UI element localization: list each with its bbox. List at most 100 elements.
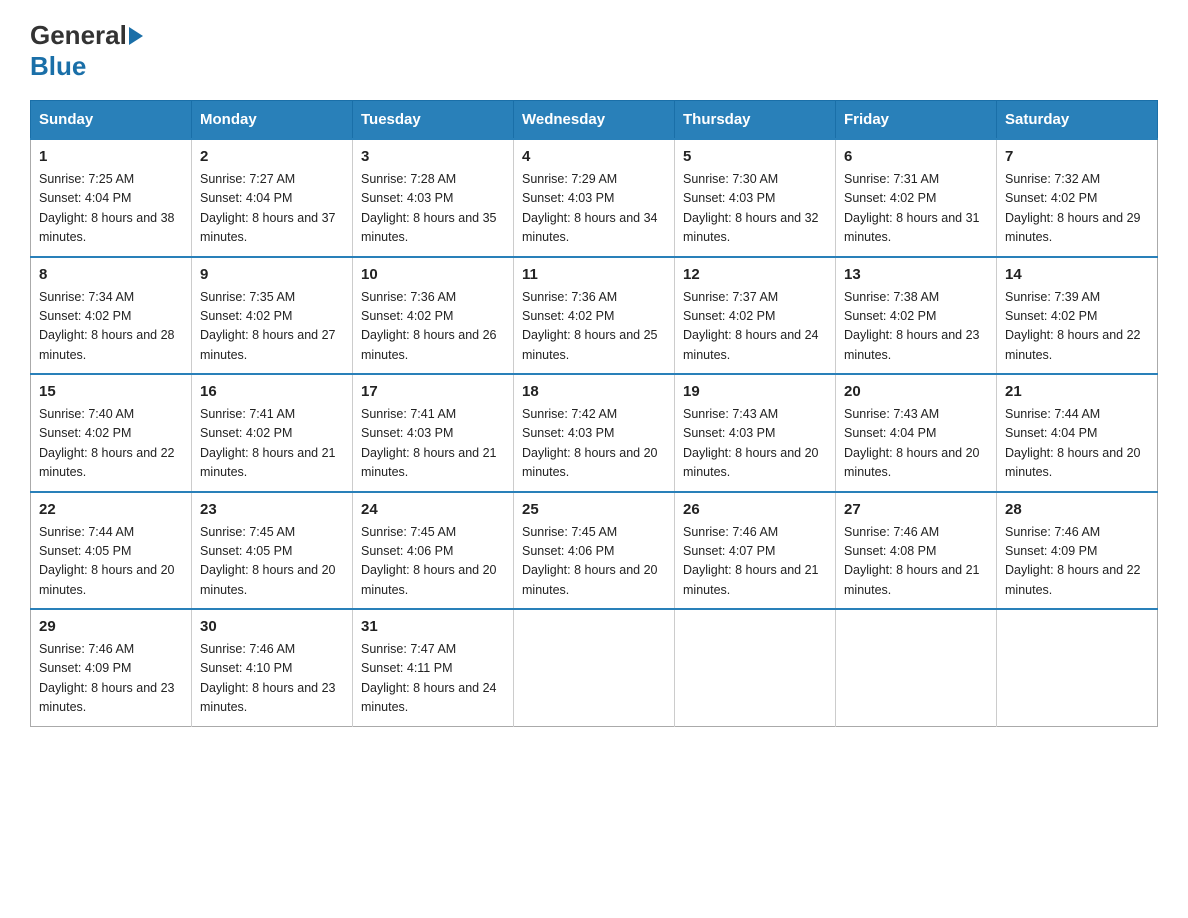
logo: General Blue (30, 20, 145, 82)
weekday-header-row: SundayMondayTuesdayWednesdayThursdayFrid… (31, 101, 1158, 140)
day-number: 22 (39, 501, 183, 518)
day-number: 14 (1005, 266, 1149, 283)
week-row-5: 29Sunrise: 7:46 AMSunset: 4:09 PMDayligh… (31, 609, 1158, 726)
day-info: Sunrise: 7:45 AMSunset: 4:06 PMDaylight:… (361, 523, 505, 601)
day-number: 2 (200, 148, 344, 165)
day-number: 27 (844, 501, 988, 518)
day-info: Sunrise: 7:36 AMSunset: 4:02 PMDaylight:… (522, 288, 666, 366)
week-row-2: 8Sunrise: 7:34 AMSunset: 4:02 PMDaylight… (31, 257, 1158, 375)
day-number: 26 (683, 501, 827, 518)
day-cell (836, 609, 997, 726)
weekday-header-monday: Monday (192, 101, 353, 140)
weekday-header-saturday: Saturday (997, 101, 1158, 140)
day-cell: 13 Sunrise: 7:38 AMSunset: 4:02 PMDayligh… (836, 257, 997, 375)
weekday-header-sunday: Sunday (31, 101, 192, 140)
day-number: 17 (361, 383, 505, 400)
day-info: Sunrise: 7:42 AMSunset: 4:03 PMDaylight:… (522, 405, 666, 483)
day-cell (675, 609, 836, 726)
day-cell: 18 Sunrise: 7:42 AMSunset: 4:03 PMDayligh… (514, 374, 675, 492)
day-number: 1 (39, 148, 183, 165)
day-info: Sunrise: 7:39 AMSunset: 4:02 PMDaylight:… (1005, 288, 1149, 366)
day-cell: 19 Sunrise: 7:43 AMSunset: 4:03 PMDayligh… (675, 374, 836, 492)
day-info: Sunrise: 7:35 AMSunset: 4:02 PMDaylight:… (200, 288, 344, 366)
day-number: 6 (844, 148, 988, 165)
day-cell: 30 Sunrise: 7:46 AMSunset: 4:10 PMDayligh… (192, 609, 353, 726)
day-info: Sunrise: 7:31 AMSunset: 4:02 PMDaylight:… (844, 170, 988, 248)
day-number: 20 (844, 383, 988, 400)
day-info: Sunrise: 7:29 AMSunset: 4:03 PMDaylight:… (522, 170, 666, 248)
day-number: 15 (39, 383, 183, 400)
day-number: 28 (1005, 501, 1149, 518)
day-number: 24 (361, 501, 505, 518)
day-cell: 3Sunrise: 7:28 AMSunset: 4:03 PMDaylight… (353, 139, 514, 257)
day-number: 3 (361, 148, 505, 165)
day-cell: 28Sunrise: 7:46 AMSunset: 4:09 PMDayligh… (997, 492, 1158, 610)
day-cell: 1 Sunrise: 7:25 AMSunset: 4:04 PMDaylight… (31, 139, 192, 257)
weekday-header-tuesday: Tuesday (353, 101, 514, 140)
day-info: Sunrise: 7:46 AMSunset: 4:10 PMDaylight:… (200, 640, 344, 718)
day-info: Sunrise: 7:46 AMSunset: 4:07 PMDaylight:… (683, 523, 827, 601)
day-info: Sunrise: 7:45 AMSunset: 4:05 PMDaylight:… (200, 523, 344, 601)
weekday-header-thursday: Thursday (675, 101, 836, 140)
day-info: Sunrise: 7:46 AMSunset: 4:08 PMDaylight:… (844, 523, 988, 601)
day-info: Sunrise: 7:32 AMSunset: 4:02 PMDaylight:… (1005, 170, 1149, 248)
day-number: 21 (1005, 383, 1149, 400)
day-info: Sunrise: 7:47 AMSunset: 4:11 PMDaylight:… (361, 640, 505, 718)
day-number: 4 (522, 148, 666, 165)
day-cell: 5Sunrise: 7:30 AMSunset: 4:03 PMDaylight… (675, 139, 836, 257)
day-cell: 29Sunrise: 7:46 AMSunset: 4:09 PMDayligh… (31, 609, 192, 726)
day-cell: 23Sunrise: 7:45 AMSunset: 4:05 PMDayligh… (192, 492, 353, 610)
week-row-4: 22 Sunrise: 7:44 AMSunset: 4:05 PMDayligh… (31, 492, 1158, 610)
day-info: Sunrise: 7:41 AMSunset: 4:02 PMDaylight:… (200, 405, 344, 483)
day-number: 18 (522, 383, 666, 400)
day-number: 25 (522, 501, 666, 518)
day-cell: 2 Sunrise: 7:27 AMSunset: 4:04 PMDaylight… (192, 139, 353, 257)
day-number: 5 (683, 148, 827, 165)
day-cell: 10 Sunrise: 7:36 AMSunset: 4:02 PMDayligh… (353, 257, 514, 375)
day-number: 31 (361, 618, 505, 635)
day-info: Sunrise: 7:43 AMSunset: 4:03 PMDaylight:… (683, 405, 827, 483)
week-row-1: 1 Sunrise: 7:25 AMSunset: 4:04 PMDaylight… (31, 139, 1158, 257)
day-cell: 14 Sunrise: 7:39 AMSunset: 4:02 PMDayligh… (997, 257, 1158, 375)
day-info: Sunrise: 7:37 AMSunset: 4:02 PMDaylight:… (683, 288, 827, 366)
weekday-header-friday: Friday (836, 101, 997, 140)
day-cell: 6 Sunrise: 7:31 AMSunset: 4:02 PMDaylight… (836, 139, 997, 257)
day-cell: 22 Sunrise: 7:44 AMSunset: 4:05 PMDayligh… (31, 492, 192, 610)
day-info: Sunrise: 7:40 AMSunset: 4:02 PMDaylight:… (39, 405, 183, 483)
day-number: 19 (683, 383, 827, 400)
day-number: 9 (200, 266, 344, 283)
day-cell: 21 Sunrise: 7:44 AMSunset: 4:04 PMDayligh… (997, 374, 1158, 492)
day-info: Sunrise: 7:41 AMSunset: 4:03 PMDaylight:… (361, 405, 505, 483)
day-number: 12 (683, 266, 827, 283)
day-number: 8 (39, 266, 183, 283)
logo-general-text: General (30, 20, 127, 51)
day-number: 10 (361, 266, 505, 283)
day-cell (514, 609, 675, 726)
day-info: Sunrise: 7:45 AMSunset: 4:06 PMDaylight:… (522, 523, 666, 601)
day-cell: 7Sunrise: 7:32 AMSunset: 4:02 PMDaylight… (997, 139, 1158, 257)
day-cell (997, 609, 1158, 726)
day-info: Sunrise: 7:43 AMSunset: 4:04 PMDaylight:… (844, 405, 988, 483)
day-cell: 24 Sunrise: 7:45 AMSunset: 4:06 PMDayligh… (353, 492, 514, 610)
day-cell: 15 Sunrise: 7:40 AMSunset: 4:02 PMDayligh… (31, 374, 192, 492)
day-cell: 31 Sunrise: 7:47 AMSunset: 4:11 PMDayligh… (353, 609, 514, 726)
day-number: 16 (200, 383, 344, 400)
day-info: Sunrise: 7:44 AMSunset: 4:04 PMDaylight:… (1005, 405, 1149, 483)
day-cell: 27 Sunrise: 7:46 AMSunset: 4:08 PMDayligh… (836, 492, 997, 610)
day-info: Sunrise: 7:44 AMSunset: 4:05 PMDaylight:… (39, 523, 183, 601)
day-info: Sunrise: 7:38 AMSunset: 4:02 PMDaylight:… (844, 288, 988, 366)
day-number: 11 (522, 266, 666, 283)
day-info: Sunrise: 7:25 AMSunset: 4:04 PMDaylight:… (39, 170, 183, 248)
day-cell: 16 Sunrise: 7:41 AMSunset: 4:02 PMDayligh… (192, 374, 353, 492)
day-info: Sunrise: 7:27 AMSunset: 4:04 PMDaylight:… (200, 170, 344, 248)
day-number: 13 (844, 266, 988, 283)
day-cell: 8Sunrise: 7:34 AMSunset: 4:02 PMDaylight… (31, 257, 192, 375)
day-cell: 12 Sunrise: 7:37 AMSunset: 4:02 PMDayligh… (675, 257, 836, 375)
week-row-3: 15 Sunrise: 7:40 AMSunset: 4:02 PMDayligh… (31, 374, 1158, 492)
day-cell: 4 Sunrise: 7:29 AMSunset: 4:03 PMDaylight… (514, 139, 675, 257)
day-cell: 17 Sunrise: 7:41 AMSunset: 4:03 PMDayligh… (353, 374, 514, 492)
day-cell: 20 Sunrise: 7:43 AMSunset: 4:04 PMDayligh… (836, 374, 997, 492)
day-cell: 26 Sunrise: 7:46 AMSunset: 4:07 PMDayligh… (675, 492, 836, 610)
day-number: 30 (200, 618, 344, 635)
day-info: Sunrise: 7:36 AMSunset: 4:02 PMDaylight:… (361, 288, 505, 366)
